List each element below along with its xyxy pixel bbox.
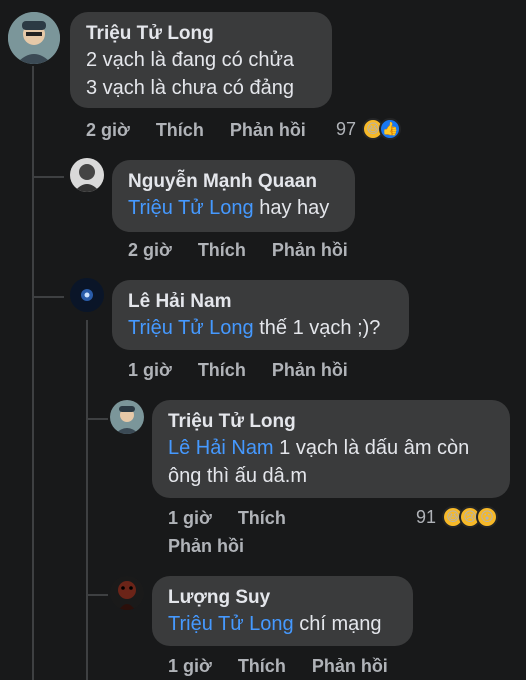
- avatar[interactable]: [110, 576, 144, 610]
- comment-bubble: Lượng Suy Triệu Tử Long chí mạng: [152, 576, 413, 646]
- thread-connector: [32, 176, 64, 178]
- comment-time[interactable]: 1 giờ: [168, 508, 212, 529]
- thread-line-main: [32, 66, 34, 680]
- thread-connector: [32, 296, 64, 298]
- avatar[interactable]: [110, 400, 144, 434]
- like-button[interactable]: Thích: [238, 508, 286, 529]
- comment-actions: 2 giờ Thích Phản hồi: [128, 240, 374, 261]
- like-button[interactable]: Thích: [238, 656, 286, 677]
- reaction-summary[interactable]: 97 😆 👍: [336, 118, 402, 140]
- reply-button[interactable]: Phản hồi: [272, 240, 348, 261]
- comment-bubble: Lê Hải Nam Triệu Tử Long thế 1 vạch ;)?: [112, 280, 409, 350]
- wow-icon: 😮: [476, 506, 499, 528]
- mention-link[interactable]: Triệu Tử Long: [128, 197, 254, 219]
- comment-text: 3 vạch là chưa có đảng: [86, 77, 294, 99]
- mention-link[interactable]: Triệu Tử Long: [128, 317, 254, 339]
- reaction-count: 97: [336, 118, 357, 139]
- comment-author[interactable]: Nguyễn Mạnh Quaan: [128, 170, 339, 194]
- comment-bubble: Triệu Tử Long Lê Hải Nam 1 vạch là dấu â…: [152, 400, 510, 498]
- comment-text: Triệu Tử Long hay hay: [128, 194, 339, 222]
- reply-button[interactable]: Phản hồi: [272, 360, 348, 381]
- comment-bubble: Nguyễn Mạnh Quaan Triệu Tử Long hay hay: [112, 160, 355, 232]
- mention-link[interactable]: Triệu Tử Long: [168, 613, 294, 635]
- comment-time[interactable]: 1 giờ: [168, 656, 212, 677]
- comment-author[interactable]: Lê Hải Nam: [128, 290, 393, 314]
- comment-author[interactable]: Triệu Tử Long: [86, 22, 316, 46]
- comment-actions: Phản hồi: [168, 536, 270, 557]
- comment-text: ông thì ấu dâ.m: [168, 465, 307, 487]
- comment-body: chí mạng: [293, 613, 382, 635]
- comment-text: Triệu Tử Long thế 1 vạch ;)?: [128, 314, 393, 342]
- comment-actions: 2 giờ Thích Phản hồi: [86, 120, 332, 141]
- comment-actions: 1 giờ Thích: [168, 508, 312, 529]
- like-button[interactable]: Thích: [198, 240, 246, 261]
- comment-actions: 1 giờ Thích Phản hồi: [128, 360, 374, 381]
- comment-text: 2 vạch là đang có chửa: [86, 49, 294, 71]
- comment-text: Lê Hải Nam 1 vạch là dấu âm còn: [168, 434, 494, 462]
- like-button[interactable]: Thích: [156, 120, 204, 141]
- avatar[interactable]: [70, 158, 104, 192]
- thread-line-sub: [86, 320, 88, 680]
- comment-time[interactable]: 1 giờ: [128, 360, 172, 381]
- like-icon: 👍: [379, 118, 402, 140]
- reply-button[interactable]: Phản hồi: [312, 656, 388, 677]
- reply-button[interactable]: Phản hồi: [168, 536, 244, 557]
- comment-author[interactable]: Lượng Suy: [168, 586, 397, 610]
- like-button[interactable]: Thích: [198, 360, 246, 381]
- comment-time[interactable]: 2 giờ: [86, 120, 130, 141]
- comment-body: thế 1 vạch ;)?: [253, 317, 381, 339]
- comment-text: Triệu Tử Long chí mạng: [168, 610, 397, 638]
- comment-body: 1 vạch là dấu âm còn: [273, 437, 470, 459]
- comment-bubble: Triệu Tử Long 2 vạch là đang có chửa 3 v…: [70, 12, 332, 108]
- reaction-count: 91: [416, 506, 437, 527]
- thread-connector: [86, 594, 108, 596]
- thread-connector: [86, 418, 108, 420]
- comment-time[interactable]: 2 giờ: [128, 240, 172, 261]
- avatar[interactable]: [70, 278, 104, 312]
- avatar[interactable]: [8, 12, 60, 64]
- comment-author[interactable]: Triệu Tử Long: [168, 410, 494, 434]
- comment-actions: 1 giờ Thích Phản hồi: [168, 656, 414, 677]
- comment-body: hay hay: [253, 197, 330, 219]
- mention-link[interactable]: Lê Hải Nam: [168, 437, 274, 459]
- reply-button[interactable]: Phản hồi: [230, 120, 306, 141]
- reaction-summary[interactable]: 91 😆 😢 😮: [416, 506, 499, 528]
